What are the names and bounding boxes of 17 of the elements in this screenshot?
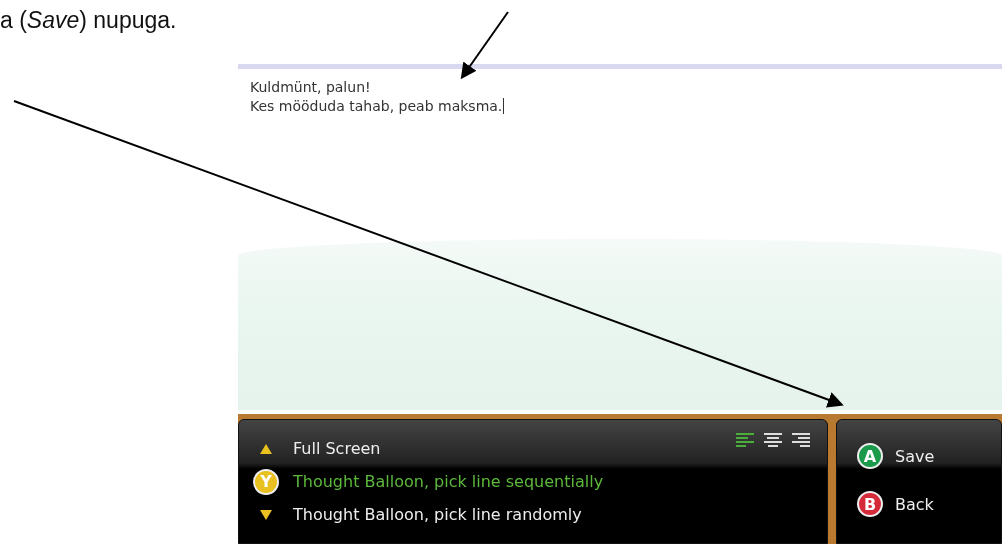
down-triangle-icon (260, 509, 272, 520)
action-label[interactable]: Back (895, 494, 934, 514)
button-badge-icon: A (857, 443, 883, 469)
action-label[interactable]: Save (895, 446, 935, 466)
align-icon[interactable] (763, 432, 783, 448)
option-label[interactable]: Thought Balloon, pick line sequentially (293, 472, 604, 491)
document-text: a (Save) nupuga. (0, 6, 177, 34)
option-label[interactable]: Full Screen (293, 439, 381, 458)
option-label[interactable]: Thought Balloon, pick line randomly (293, 505, 582, 524)
up-triangle-icon (260, 443, 272, 454)
annotation-arrow (460, 11, 509, 80)
align-icon[interactable] (791, 432, 811, 448)
text-line: Kes mööduda tahab, peab maksma. (250, 98, 505, 114)
y-button-icon: Y (253, 468, 279, 495)
text-line: Kuldmünt, palun! (250, 79, 371, 95)
align-icon[interactable] (735, 432, 755, 448)
button-badge-icon: B (857, 491, 883, 517)
